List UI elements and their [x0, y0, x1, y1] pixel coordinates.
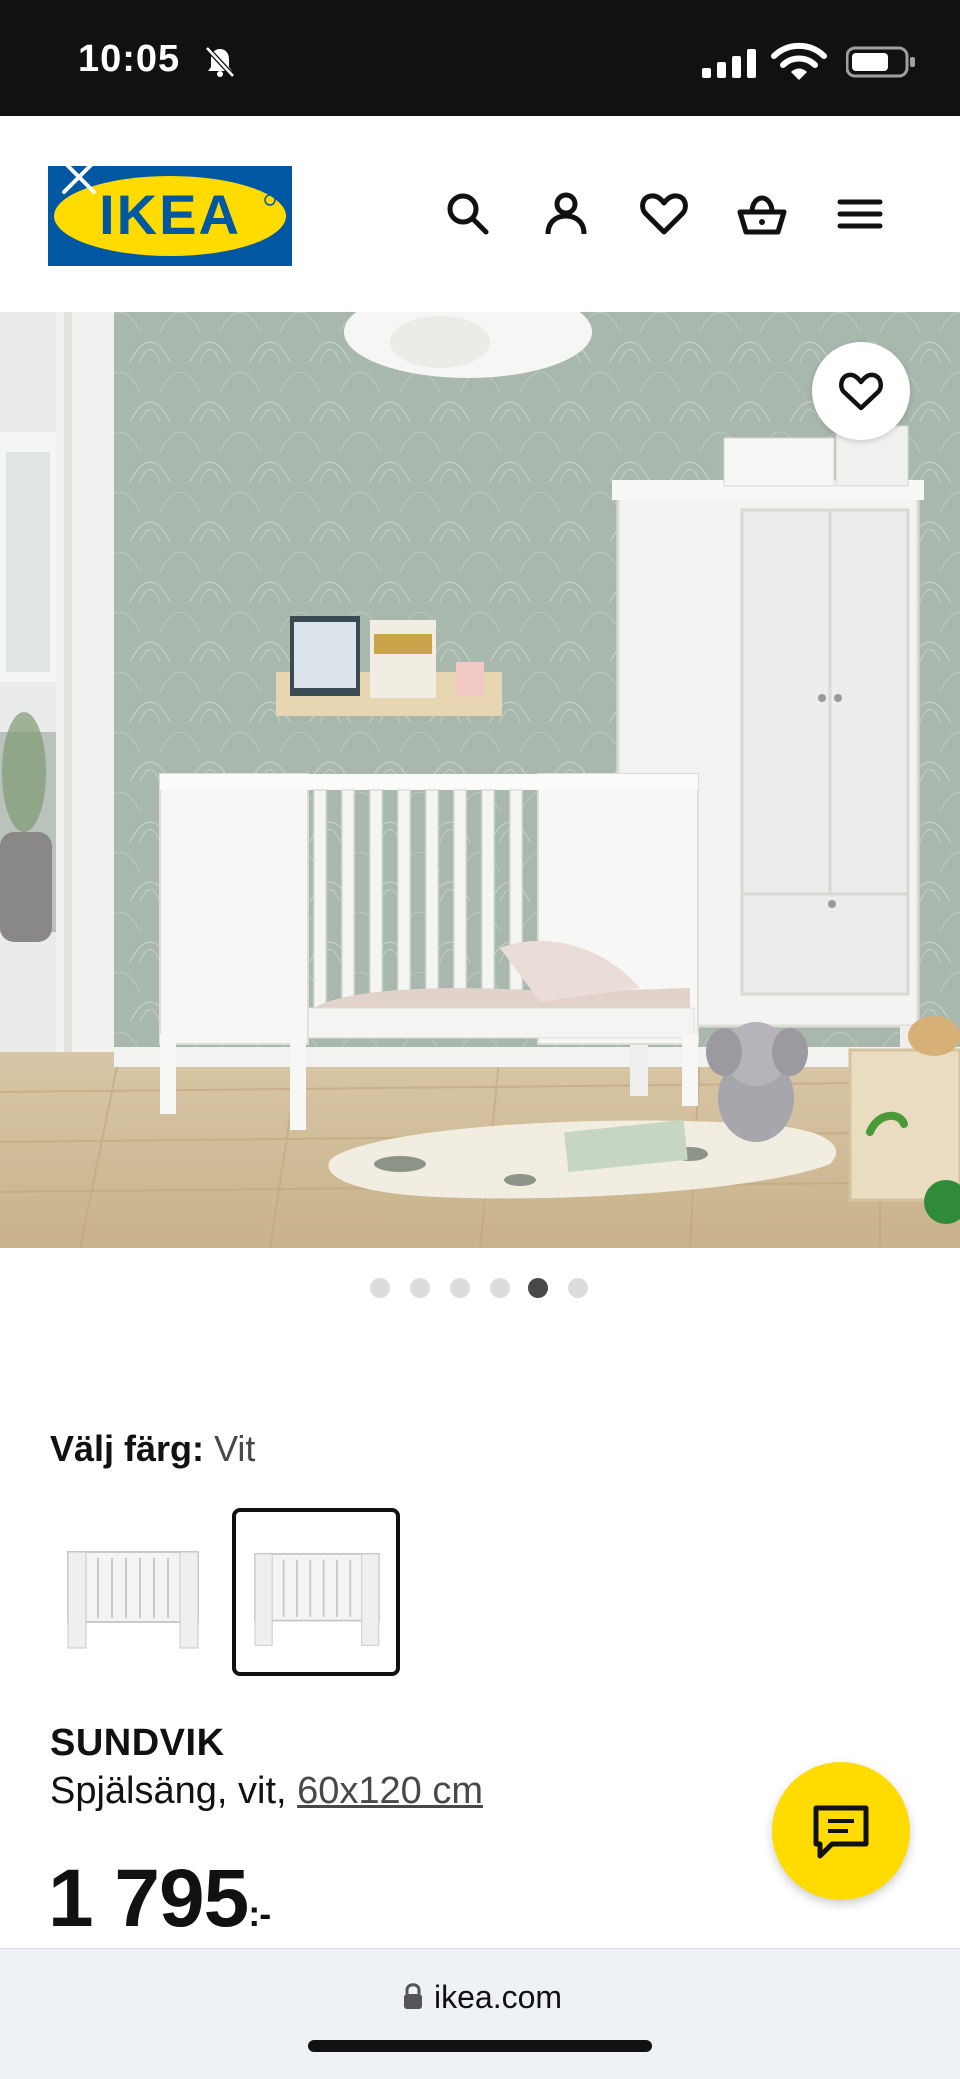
- gallery-dot[interactable]: [450, 1278, 470, 1298]
- crib-thumbnail-image: [254, 1552, 380, 1646]
- url-text[interactable]: ikea.com: [434, 1979, 562, 2016]
- color-select-heading: Välj färg:: [50, 1428, 205, 1469]
- site-header: IKEA: [0, 116, 960, 312]
- search-icon[interactable]: [442, 188, 494, 240]
- status-bar: 10:05: [0, 0, 960, 116]
- gallery-dot[interactable]: [370, 1278, 390, 1298]
- price-suffix: :-: [248, 1893, 271, 1934]
- browser-address-bar[interactable]: ikea.com: [0, 1948, 960, 2079]
- chat-bubble-icon: [813, 1805, 869, 1859]
- product-description: Spjälsäng, vit, 60x120 cm: [50, 1770, 483, 1813]
- gallery-dot[interactable]: [490, 1278, 510, 1298]
- color-swatch-option[interactable]: [48, 1508, 216, 1676]
- color-select-value: Vit: [214, 1428, 256, 1469]
- profile-icon[interactable]: [540, 188, 592, 240]
- home-indicator[interactable]: [308, 2040, 652, 2052]
- battery-icon: [846, 46, 915, 78]
- menu-icon[interactable]: [834, 188, 886, 240]
- product-type: Spjälsäng, vit,: [50, 1770, 298, 1812]
- gallery-dot-active[interactable]: [528, 1278, 548, 1298]
- cellular-signal-icon: [702, 49, 756, 78]
- status-time: 10:05: [78, 38, 181, 80]
- chat-button[interactable]: [772, 1762, 910, 1900]
- svg-text:IKEA: IKEA: [99, 183, 241, 246]
- add-to-favorites-button[interactable]: [812, 342, 910, 440]
- product-size-link[interactable]: 60x120 cm: [297, 1770, 483, 1812]
- lock-icon: [404, 1983, 422, 2009]
- heart-icon: [839, 372, 883, 411]
- color-select-label: Välj färg: Vit: [50, 1428, 255, 1470]
- heart-icon[interactable]: [638, 188, 690, 240]
- color-swatch-option-selected[interactable]: [232, 1508, 400, 1676]
- basket-icon[interactable]: [736, 188, 788, 240]
- product-name: SUNDVIK: [50, 1722, 225, 1764]
- close-icon[interactable]: [58, 156, 100, 198]
- wifi-icon: [771, 42, 827, 80]
- product-price: 1 795:-: [48, 1852, 271, 1946]
- crib-thumbnail-image: [67, 1551, 199, 1649]
- price-value: 1 795: [48, 1853, 249, 1944]
- gallery-dot[interactable]: [568, 1278, 588, 1298]
- bell-muted-icon: [205, 46, 235, 78]
- nursery-scene-image: [0, 312, 960, 1248]
- gallery-dot[interactable]: [410, 1278, 430, 1298]
- product-image[interactable]: [0, 312, 960, 1248]
